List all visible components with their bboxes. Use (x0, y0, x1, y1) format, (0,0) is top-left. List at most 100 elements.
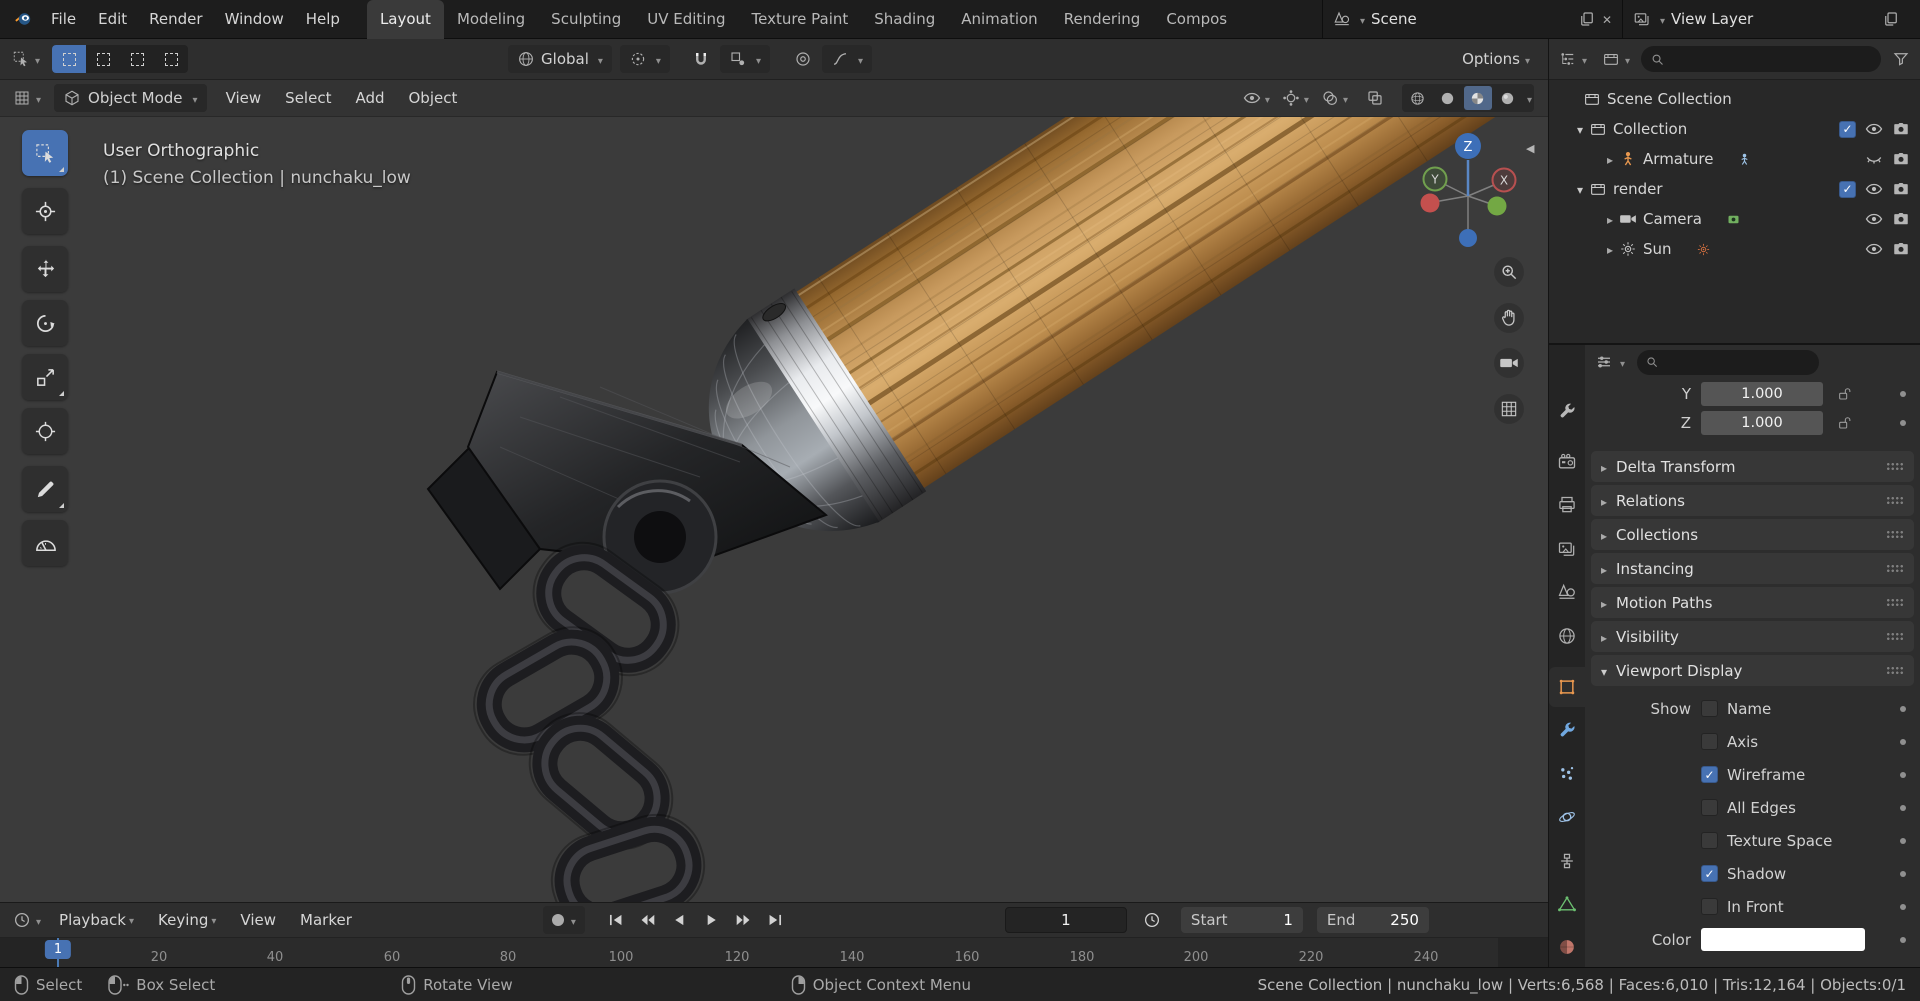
outliner-row-collection[interactable]: Collection (1549, 114, 1920, 144)
tab-tool[interactable] (1549, 391, 1585, 430)
timeline-track[interactable]: 20 40 60 80 100 120 140 160 180 200 220 … (0, 938, 1548, 967)
disable-render-camera-icon[interactable] (1892, 210, 1910, 228)
outliner-row-camera[interactable]: Camera (1549, 204, 1920, 234)
shading-rendered-button[interactable] (1494, 86, 1522, 110)
tab-output[interactable] (1549, 486, 1585, 525)
chevron-down-icon[interactable] (1657, 10, 1665, 28)
play-reverse-button[interactable] (665, 907, 695, 933)
use-preview-range-button[interactable] (1137, 907, 1167, 933)
auto-keying-button[interactable] (542, 906, 585, 934)
all-edges-checkbox[interactable] (1701, 799, 1718, 816)
tab-constraints[interactable] (1549, 841, 1585, 880)
lock-open-icon[interactable] (1837, 386, 1853, 402)
timeline-menu-view[interactable]: View (229, 903, 287, 938)
end-frame-field[interactable]: End 250 (1316, 907, 1429, 933)
scene-name[interactable]: Scene (1371, 10, 1572, 28)
tool-transform[interactable] (22, 408, 68, 454)
show-overlays-dropdown[interactable] (1321, 89, 1348, 107)
animate-dot[interactable] (1900, 390, 1906, 397)
workspace-tab-rendering[interactable]: Rendering (1051, 0, 1154, 39)
tab-physics[interactable] (1549, 798, 1585, 837)
animate-dot[interactable] (1900, 936, 1906, 943)
drag-grip-icon[interactable] (1886, 462, 1904, 471)
tool-cursor[interactable] (22, 188, 68, 234)
tool-scale[interactable] (22, 354, 68, 400)
editor-type-button[interactable] (8, 89, 46, 107)
disclosure-closed-icon[interactable] (1607, 240, 1613, 258)
lock-open-icon[interactable] (1837, 415, 1853, 431)
color-swatch[interactable] (1701, 928, 1865, 951)
viewport-menu-view[interactable]: View (215, 80, 273, 117)
tab-object-data[interactable] (1549, 884, 1585, 923)
drag-grip-icon[interactable] (1886, 598, 1904, 607)
current-frame-field[interactable]: 1 (1004, 907, 1127, 933)
shading-solid-button[interactable] (1434, 86, 1462, 110)
scale-z-field[interactable]: 1.000 (1701, 410, 1823, 435)
timeline-menu-playback[interactable]: Playback (48, 903, 145, 938)
outliner-display-mode-button[interactable] (1602, 50, 1630, 68)
menu-render[interactable]: Render (138, 0, 213, 39)
in-front-checkbox[interactable] (1701, 898, 1718, 915)
workspace-tab-sculpting[interactable]: Sculpting (538, 0, 634, 39)
section-collections[interactable]: Collections (1591, 519, 1914, 550)
drag-grip-icon[interactable] (1886, 666, 1904, 675)
drag-grip-icon[interactable] (1886, 496, 1904, 505)
sidebar-collapse-arrow[interactable] (1526, 138, 1534, 156)
texture-space-checkbox[interactable] (1701, 832, 1718, 849)
menu-window[interactable]: Window (214, 0, 295, 39)
view-layer-name[interactable]: View Layer (1671, 10, 1876, 28)
tab-render[interactable] (1549, 442, 1585, 481)
next-keyframe-button[interactable] (729, 907, 759, 933)
tab-material[interactable] (1549, 928, 1585, 967)
animate-dot[interactable] (1900, 419, 1906, 426)
tab-scene[interactable] (1549, 573, 1585, 612)
camera-view-button[interactable] (1494, 348, 1524, 378)
menu-help[interactable]: Help (295, 0, 351, 39)
workspace-tab-layout[interactable]: Layout (366, 0, 444, 39)
select-mode-extend[interactable] (86, 45, 120, 73)
3d-scene[interactable] (0, 117, 1548, 902)
jump-to-start-button[interactable] (601, 907, 631, 933)
collection-exclude-checkbox[interactable] (1839, 120, 1856, 138)
playhead-label[interactable]: 1 (44, 940, 72, 959)
tab-view-layer[interactable] (1549, 529, 1585, 568)
outliner-editor-type-button[interactable] (1559, 50, 1587, 68)
chevron-down-icon[interactable] (1617, 353, 1625, 371)
snap-settings-dropdown[interactable] (719, 45, 770, 73)
section-instancing[interactable]: Instancing (1591, 553, 1914, 584)
shading-wireframe-button[interactable] (1404, 86, 1432, 110)
transform-orientation-dropdown[interactable]: Global (508, 45, 612, 73)
hide-viewport-eye-icon[interactable] (1865, 180, 1883, 198)
scene-icon[interactable] (1333, 10, 1351, 28)
viewport-menu-object[interactable]: Object (398, 80, 469, 117)
pan-button[interactable] (1494, 303, 1524, 333)
zoom-button[interactable] (1494, 257, 1524, 287)
axis-checkbox[interactable] (1701, 733, 1718, 750)
hide-viewport-eye-icon[interactable] (1865, 240, 1883, 258)
xray-toggle[interactable] (1360, 84, 1390, 112)
options-dropdown[interactable]: Options (1462, 50, 1530, 68)
menu-file[interactable]: File (40, 0, 87, 39)
shadow-checkbox[interactable] (1701, 865, 1718, 882)
proportional-falloff-dropdown[interactable] (821, 45, 873, 73)
viewport-menu-select[interactable]: Select (274, 80, 342, 117)
filter-icon[interactable] (1892, 50, 1910, 68)
viewport-menu-add[interactable]: Add (344, 80, 395, 117)
workspace-tab-shading[interactable]: Shading (861, 0, 948, 39)
collection-exclude-checkbox[interactable] (1839, 180, 1856, 198)
timeline-menu-marker[interactable]: Marker (289, 903, 363, 938)
disable-render-camera-icon[interactable] (1892, 240, 1910, 258)
tab-world[interactable] (1549, 616, 1585, 655)
disclosure-open-icon[interactable] (1577, 120, 1583, 138)
jump-to-end-button[interactable] (761, 907, 791, 933)
workspace-tab-animation[interactable]: Animation (948, 0, 1050, 39)
tool-measure[interactable] (22, 520, 68, 566)
disclosure-closed-icon[interactable] (1607, 150, 1613, 168)
properties-search-input[interactable] (1637, 349, 1820, 375)
tab-modifiers[interactable] (1549, 711, 1585, 750)
hide-viewport-eye-icon[interactable] (1865, 210, 1883, 228)
outliner-row-sun[interactable]: Sun (1549, 234, 1920, 264)
workspace-tab-modeling[interactable]: Modeling (444, 0, 538, 39)
animate-dot[interactable] (1900, 771, 1906, 778)
workspace-tab-compositing[interactable]: Compos (1153, 0, 1240, 39)
